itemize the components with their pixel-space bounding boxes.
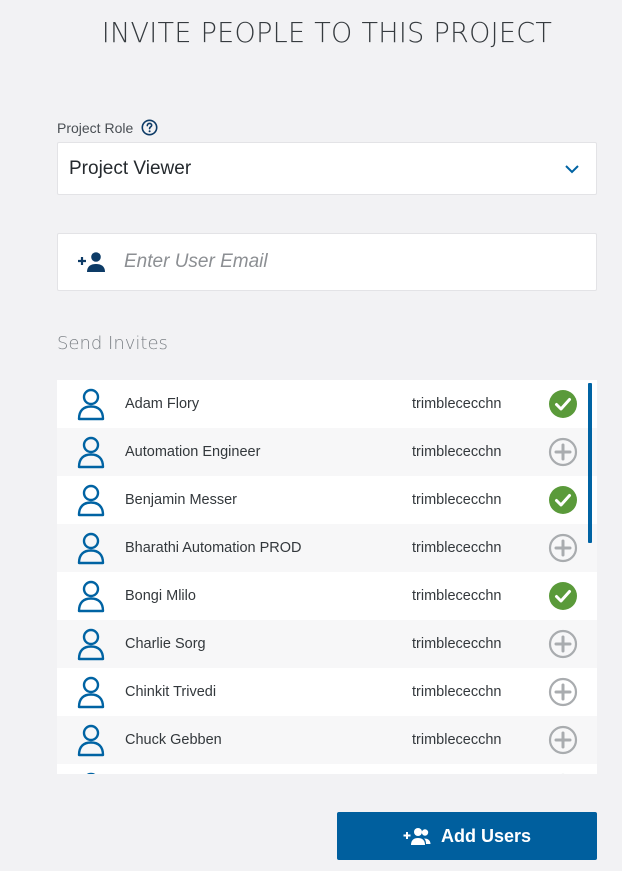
project-role-label-text: Project Role [57,119,134,136]
user-avatar-icon [76,532,106,565]
user-company: trimblececchn [412,636,502,652]
user-company: trimblececchn [412,396,502,412]
user-avatar-icon [76,436,106,469]
selected-check-icon[interactable] [548,485,578,515]
user-avatar-icon [76,484,106,517]
user-company: trimblececchn [412,444,502,460]
user-row[interactable]: Chuck Gebben trimblececchn [57,716,597,764]
user-row[interactable]: Bongi Mlilo trimblececchn [57,572,597,620]
user-name: Chuck Gebben [125,732,222,748]
user-company: trimblececchn [412,540,502,556]
user-company: trimblececchn [412,588,502,604]
user-row[interactable]: Benjamin Messer trimblececchn [57,476,597,524]
add-plus-icon[interactable] [548,725,578,755]
user-row[interactable]: Automation Engineer trimblececchn [57,428,597,476]
add-plus-icon[interactable] [548,677,578,707]
add-plus-icon[interactable] [548,629,578,659]
user-row[interactable] [57,764,597,774]
user-avatar-icon [76,724,106,757]
email-input[interactable] [124,244,584,280]
user-avatar-icon [76,580,106,613]
user-list[interactable]: Adam Flory trimblececchn Automation Engine… [57,380,597,774]
add-users-button[interactable]: Add Users [337,812,597,860]
project-role-value: Project Viewer [69,157,192,179]
user-name: Chinkit Trivedi [125,684,217,700]
add-users-label: Add Users [440,825,532,846]
user-avatar-icon [76,676,106,709]
user-name: Bongi Mlilo [125,588,196,604]
selected-check-icon[interactable] [548,389,578,419]
add-person-icon [78,252,105,272]
user-row[interactable]: Adam Flory trimblececchn [57,380,597,428]
add-plus-icon[interactable] [548,773,578,774]
user-name: Benjamin Messer [125,492,238,508]
user-company: trimblececchn [412,732,502,748]
user-company: trimblececchn [412,684,502,700]
user-company: trimblececchn [412,492,502,508]
user-row[interactable]: Chinkit Trivedi trimblececchn [57,668,597,716]
user-name: Automation Engineer [125,444,261,460]
add-plus-icon[interactable] [548,533,578,563]
user-row[interactable]: Bharathi Automation PROD trimblececchn [57,524,597,572]
project-role-select[interactable]: Project Viewer [57,142,597,195]
add-people-icon [403,828,431,845]
email-field[interactable] [57,233,597,291]
user-avatar-icon [76,628,106,661]
user-name: Charlie Sorg [125,636,206,652]
scrollbar-thumb[interactable] [588,383,592,543]
page-title: INVITE PEOPLE TO THIS PROJECT [101,17,553,50]
user-name: Bharathi Automation PROD [125,540,302,556]
user-row[interactable]: Charlie Sorg trimblececchn [57,620,597,668]
selected-check-icon[interactable] [548,581,578,611]
add-plus-icon[interactable] [548,437,578,467]
help-circle-icon[interactable] [141,119,158,136]
user-name: Adam Flory [125,396,200,412]
project-role-label: Project Role [57,119,158,136]
user-avatar-icon [76,772,106,774]
send-invites-label: Send Invites [57,333,168,354]
chevron-down-icon [565,165,579,174]
user-avatar-icon [76,388,106,421]
